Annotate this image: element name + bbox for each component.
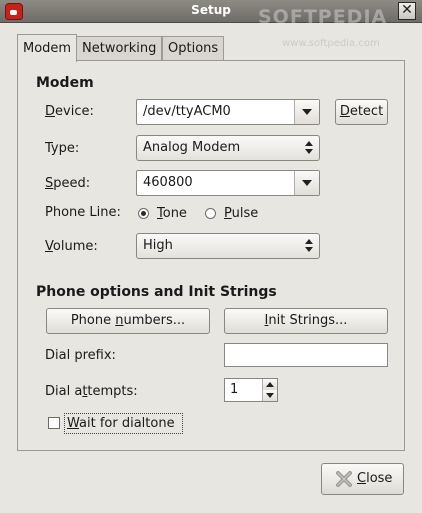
title-bar: Setup SOFTPEDIA ✕ — [0, 0, 422, 28]
detect-button[interactable]: Detect — [335, 99, 388, 125]
close-button[interactable]: Close — [321, 463, 404, 495]
speed-value: 460800 — [143, 175, 193, 190]
volume-select[interactable]: High — [136, 233, 320, 259]
chevron-down-icon — [302, 109, 312, 115]
type-value: Analog Modem — [143, 140, 241, 155]
arrow-up-icon — [266, 382, 274, 387]
dial-attempts-value: 1 — [230, 382, 239, 397]
arrow-down-icon — [266, 393, 274, 398]
window-close-icon[interactable]: ✕ — [398, 2, 416, 20]
speed-dropdown-button[interactable] — [294, 171, 319, 195]
watermark-url: www.softpedia.com — [282, 38, 380, 49]
dial-prefix-input[interactable] — [224, 343, 388, 367]
volume-value: High — [143, 238, 173, 253]
wait-dialtone-checkbox[interactable] — [48, 417, 60, 429]
device-dropdown-button[interactable] — [294, 100, 319, 124]
dial-attempts-spinner[interactable]: 1 — [224, 378, 278, 402]
tab-modem[interactable]: Modem — [17, 34, 78, 62]
dial-prefix-label: Dial prefix: — [45, 348, 116, 363]
tab-options-label: Options — [168, 41, 219, 56]
type-label: Type: — [45, 141, 80, 156]
device-combobox[interactable]: /dev/ttyACM0 — [136, 99, 320, 125]
phone-line-label: Phone Line: — [45, 205, 121, 220]
modem-section-title: Modem — [36, 75, 94, 91]
close-icon — [336, 471, 352, 487]
tab-options[interactable]: Options — [162, 36, 225, 60]
phone-options-section-title: Phone options and Init Strings — [36, 284, 277, 300]
watermark: SOFTPEDIA — [258, 6, 388, 28]
updown-arrows-icon — [305, 141, 313, 155]
close-button-label: Close — [357, 471, 393, 486]
pulse-radio[interactable] — [205, 208, 216, 219]
dial-attempts-label: Dial attempts: — [45, 384, 138, 399]
wait-dialtone-label[interactable]: Wait for dialtone — [67, 416, 175, 431]
volume-label: Volume: — [45, 239, 98, 254]
phone-numbers-button[interactable]: Phone numbers... — [46, 308, 210, 334]
init-strings-button[interactable]: Init Strings... — [224, 308, 388, 334]
chevron-down-icon — [302, 180, 312, 186]
pulse-label[interactable]: Pulse — [224, 206, 258, 221]
tone-label[interactable]: Tone — [157, 206, 187, 221]
updown-arrows-icon — [305, 239, 313, 253]
spin-down-button[interactable] — [262, 390, 277, 401]
tab-networking[interactable]: Networking — [76, 36, 163, 60]
spin-up-button[interactable] — [262, 379, 277, 390]
device-label: Device: — [45, 104, 94, 119]
type-select[interactable]: Analog Modem — [136, 135, 320, 161]
tab-modem-label: Modem — [23, 41, 72, 56]
device-value: /dev/ttyACM0 — [143, 104, 231, 119]
speed-label: Speed: — [45, 176, 91, 191]
tone-radio[interactable] — [138, 208, 149, 219]
tab-networking-label: Networking — [82, 41, 157, 56]
speed-combobox[interactable]: 460800 — [136, 170, 320, 196]
